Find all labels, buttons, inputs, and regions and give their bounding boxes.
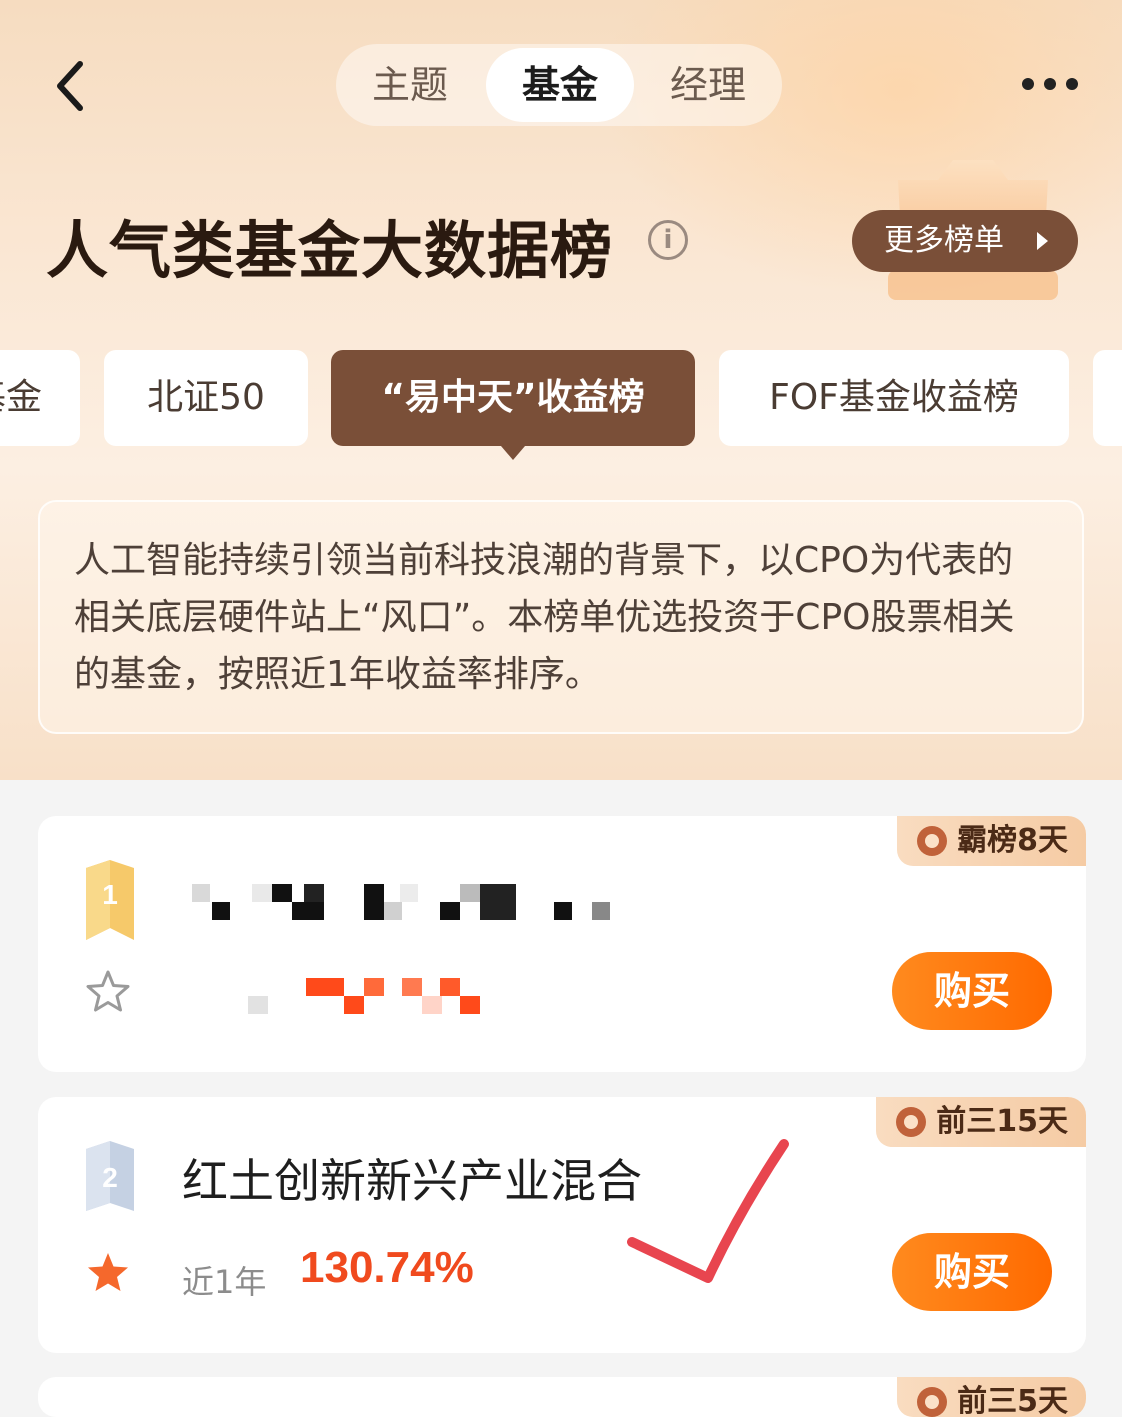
medal-rank-number: 2: [102, 1162, 118, 1193]
rank-1-medal-icon: 1: [86, 860, 134, 940]
more-lists-label: 更多榜单: [884, 223, 1004, 258]
return-period-label: 近1年: [182, 1263, 267, 1301]
back-arrow-icon[interactable]: [50, 58, 90, 114]
buy-button[interactable]: 购买: [892, 952, 1052, 1030]
tab-theme[interactable]: 主题: [336, 44, 484, 126]
buy-button[interactable]: 购买: [892, 1233, 1052, 1311]
page-title: 人气类基金大数据榜: [46, 214, 614, 287]
category-chip-yizhongtian[interactable]: “易中天”收益榜: [331, 350, 695, 460]
tab-manager[interactable]: 经理: [634, 44, 782, 126]
chevron-right-icon: [1037, 232, 1048, 250]
category-chip-label: “易中天”收益榜: [381, 377, 645, 418]
category-chip-fof[interactable]: FOF基金收益榜: [719, 350, 1069, 446]
more-lists-button[interactable]: 更多榜单: [852, 210, 1078, 272]
crown-icon: [917, 826, 948, 856]
badge-label: 前三5天: [957, 1384, 1068, 1417]
fund-name: 红土创新新兴产业混合: [182, 1154, 642, 1208]
return-value: 130.74%: [300, 1243, 474, 1292]
category-chip-partial[interactable]: 基金: [0, 350, 80, 446]
tab-fund[interactable]: 基金: [486, 48, 634, 122]
more-options-icon[interactable]: [1020, 76, 1080, 92]
top-segmented-tabs: 主题 基金 经理: [336, 44, 782, 126]
favorite-star-icon[interactable]: [84, 1249, 132, 1297]
status-badge: 前三5天: [897, 1377, 1086, 1417]
medal-rank-number: 1: [102, 879, 118, 910]
fund-name-redacted: [192, 876, 622, 922]
fund-return-redacted: [248, 974, 498, 1018]
ranking-description: 人工智能持续引领当前科技浪潮的背景下，以CPO为代表的相关底层硬件站上“风口”。…: [38, 500, 1084, 734]
badge-label: 前三15天: [936, 1104, 1068, 1139]
fund-card[interactable]: 前三15天 2 红土创新新兴产业混合 近1年 130.74% 购买: [38, 1097, 1086, 1353]
crown-icon: [896, 1107, 927, 1137]
category-chip-next[interactable]: [1093, 350, 1122, 446]
status-badge: 前三15天: [876, 1097, 1086, 1147]
fund-card[interactable]: 霸榜8天 1 购买: [38, 816, 1086, 1072]
category-chip-bz50[interactable]: 北证50: [104, 350, 308, 446]
hero-header: 主题 基金 经理 人气类基金大数据榜 i 更多榜单 基金 北证50 “易中天”收…: [0, 0, 1122, 780]
active-pointer: [501, 446, 525, 460]
fund-card[interactable]: 前三5天: [38, 1377, 1086, 1417]
rank-2-medal-icon: 2: [86, 1141, 134, 1211]
info-icon[interactable]: i: [648, 220, 688, 260]
crown-icon: [917, 1387, 948, 1417]
checkmark-annotation-icon: [627, 1139, 789, 1283]
favorite-star-icon[interactable]: [84, 968, 132, 1016]
badge-label: 霸榜8天: [957, 823, 1068, 858]
status-badge: 霸榜8天: [897, 816, 1086, 866]
